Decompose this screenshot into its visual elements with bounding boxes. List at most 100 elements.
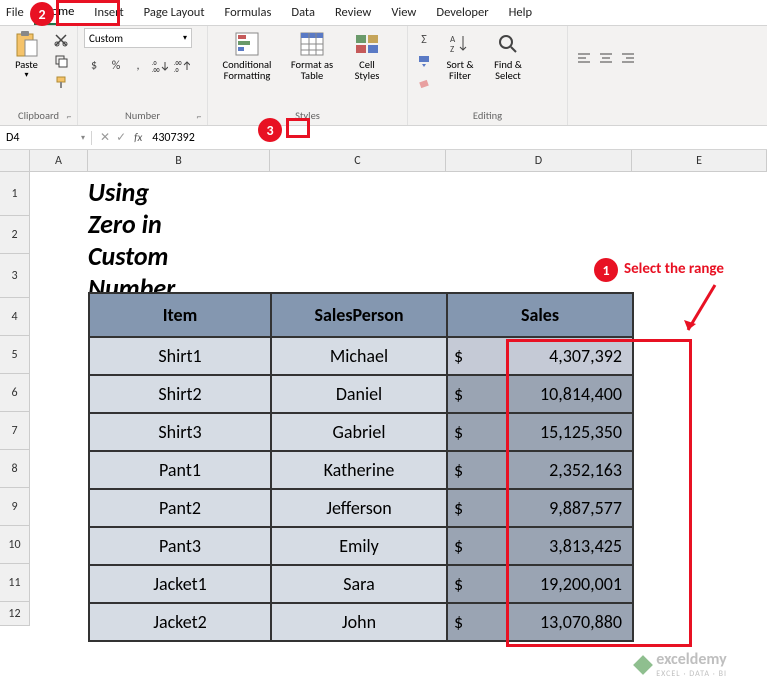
- tab-file[interactable]: File: [0, 1, 34, 24]
- fx-icon[interactable]: fx: [134, 131, 148, 144]
- row-header-1[interactable]: 1: [0, 172, 30, 216]
- name-box[interactable]: D4 ▾: [0, 131, 92, 145]
- cell-item[interactable]: Jacket2: [89, 603, 271, 641]
- cell-sales[interactable]: $13,070,880: [447, 603, 633, 641]
- fill-button[interactable]: [414, 51, 434, 71]
- cell-sales[interactable]: $10,814,400: [447, 375, 633, 413]
- tab-data[interactable]: Data: [281, 1, 325, 24]
- table-row: Jacket1Sara$19,200,001: [89, 565, 633, 603]
- find-select-button[interactable]: Find & Select: [486, 28, 530, 81]
- sales-value: 9,887,577: [549, 497, 622, 519]
- row-header-8[interactable]: 8: [0, 450, 30, 488]
- group-clipboard: Paste ▾ Clipboard ⌐: [0, 26, 78, 125]
- row-header-5[interactable]: 5: [0, 336, 30, 374]
- comma-format-button[interactable]: ,: [128, 56, 148, 76]
- row-header-4[interactable]: 4: [0, 298, 30, 336]
- sort-filter-button[interactable]: AZ Sort & Filter: [438, 28, 482, 81]
- row-header-7[interactable]: 7: [0, 412, 30, 450]
- cell-item[interactable]: Pant1: [89, 451, 271, 489]
- cell-sales[interactable]: $19,200,001: [447, 565, 633, 603]
- currency-symbol: $: [454, 535, 463, 557]
- tab-insert[interactable]: Insert: [84, 1, 133, 24]
- cell-sales[interactable]: $9,887,577: [447, 489, 633, 527]
- header-item[interactable]: Item: [89, 293, 271, 337]
- formula-input[interactable]: 4307392: [148, 131, 767, 145]
- ribbon: Paste ▾ Clipboard ⌐ Custom ▾ $ % , .0.0: [0, 26, 767, 126]
- accounting-format-button[interactable]: $: [84, 56, 104, 76]
- tab-review[interactable]: Review: [325, 1, 381, 24]
- cell-item[interactable]: Shirt1: [89, 337, 271, 375]
- row-header-2[interactable]: 2: [0, 216, 30, 254]
- select-all-corner[interactable]: [0, 150, 30, 172]
- cell-item[interactable]: Shirt3: [89, 413, 271, 451]
- align-left-button[interactable]: [574, 48, 594, 68]
- increase-decimal-button[interactable]: .0.00: [150, 56, 170, 76]
- cell-salesperson[interactable]: John: [271, 603, 447, 641]
- cut-button[interactable]: [51, 30, 71, 50]
- sales-value: 4,307,392: [549, 345, 622, 367]
- column-header-D[interactable]: D: [446, 150, 632, 172]
- percent-format-button[interactable]: %: [106, 56, 126, 76]
- header-sales[interactable]: Sales: [447, 293, 633, 337]
- cell-salesperson[interactable]: Sara: [271, 565, 447, 603]
- cell-styles-button[interactable]: Cell Styles: [344, 28, 390, 81]
- column-header-E[interactable]: E: [632, 150, 767, 172]
- align-right-button[interactable]: [618, 48, 638, 68]
- cancel-formula-icon[interactable]: ✕: [100, 130, 110, 145]
- row-header-3[interactable]: 3: [0, 254, 30, 298]
- number-format-dropdown[interactable]: Custom ▾: [84, 28, 192, 48]
- cell-salesperson[interactable]: Emily: [271, 527, 447, 565]
- cell-item[interactable]: Pant3: [89, 527, 271, 565]
- number-format-launcher[interactable]: ⌐: [193, 110, 205, 122]
- column-header-B[interactable]: B: [88, 150, 270, 172]
- tab-help[interactable]: Help: [499, 1, 542, 24]
- tab-view[interactable]: View: [381, 1, 426, 24]
- clear-button[interactable]: [414, 72, 434, 92]
- copy-button[interactable]: [51, 51, 71, 71]
- autosum-button[interactable]: Σ: [414, 30, 434, 50]
- formula-bar: D4 ▾ ✕ ✓ fx 4307392: [0, 126, 767, 150]
- cell-salesperson[interactable]: Daniel: [271, 375, 447, 413]
- annotation-arrow: [680, 280, 720, 340]
- cell-item[interactable]: Shirt2: [89, 375, 271, 413]
- tab-developer[interactable]: Developer: [426, 1, 498, 24]
- cell-sales[interactable]: $2,352,163: [447, 451, 633, 489]
- column-header-C[interactable]: C: [270, 150, 446, 172]
- format-painter-button[interactable]: [51, 72, 71, 92]
- data-table: Item SalesPerson Sales Shirt1Michael$4,3…: [88, 292, 634, 642]
- cell-salesperson[interactable]: Gabriel: [271, 413, 447, 451]
- enter-formula-icon[interactable]: ✓: [116, 130, 126, 145]
- cell-sales[interactable]: $3,813,425: [447, 527, 633, 565]
- row-header-10[interactable]: 10: [0, 526, 30, 564]
- cell-salesperson[interactable]: Jefferson: [271, 489, 447, 527]
- column-header-A[interactable]: A: [30, 150, 88, 172]
- align-center-button[interactable]: [596, 48, 616, 68]
- cell-sales[interactable]: $15,125,350: [447, 413, 633, 451]
- cell-item[interactable]: Pant2: [89, 489, 271, 527]
- row-header-9[interactable]: 9: [0, 488, 30, 526]
- row-header-11[interactable]: 11: [0, 564, 30, 602]
- conditional-formatting-button[interactable]: Conditional Formatting: [214, 28, 280, 81]
- sales-value: 19,200,001: [540, 573, 622, 595]
- cell-salesperson[interactable]: Michael: [271, 337, 447, 375]
- tab-home[interactable]: Home: [34, 0, 85, 25]
- tab-page-layout[interactable]: Page Layout: [134, 1, 215, 24]
- header-salesperson[interactable]: SalesPerson: [271, 293, 447, 337]
- clipboard-launcher[interactable]: ⌐: [63, 110, 75, 122]
- table-row: Shirt1Michael$4,307,392: [89, 337, 633, 375]
- decrease-decimal-button[interactable]: .00.0: [172, 56, 192, 76]
- tab-formulas[interactable]: Formulas: [215, 1, 282, 24]
- worksheet-grid[interactable]: ABCDE 123456789101112 Using Zero in Cust…: [0, 150, 767, 172]
- conditional-formatting-icon: [233, 30, 261, 58]
- format-as-table-button[interactable]: Format as Table: [284, 28, 340, 81]
- row-header-12[interactable]: 12: [0, 602, 30, 626]
- currency-symbol: $: [454, 497, 463, 519]
- cell-item[interactable]: Jacket1: [89, 565, 271, 603]
- svg-text:Z: Z: [450, 44, 454, 55]
- row-header-6[interactable]: 6: [0, 374, 30, 412]
- sales-value: 13,070,880: [540, 611, 622, 633]
- paste-button[interactable]: Paste ▾: [6, 28, 47, 80]
- cell-styles-icon: [353, 30, 381, 58]
- cell-salesperson[interactable]: Katherine: [271, 451, 447, 489]
- cell-sales[interactable]: $4,307,392: [447, 337, 633, 375]
